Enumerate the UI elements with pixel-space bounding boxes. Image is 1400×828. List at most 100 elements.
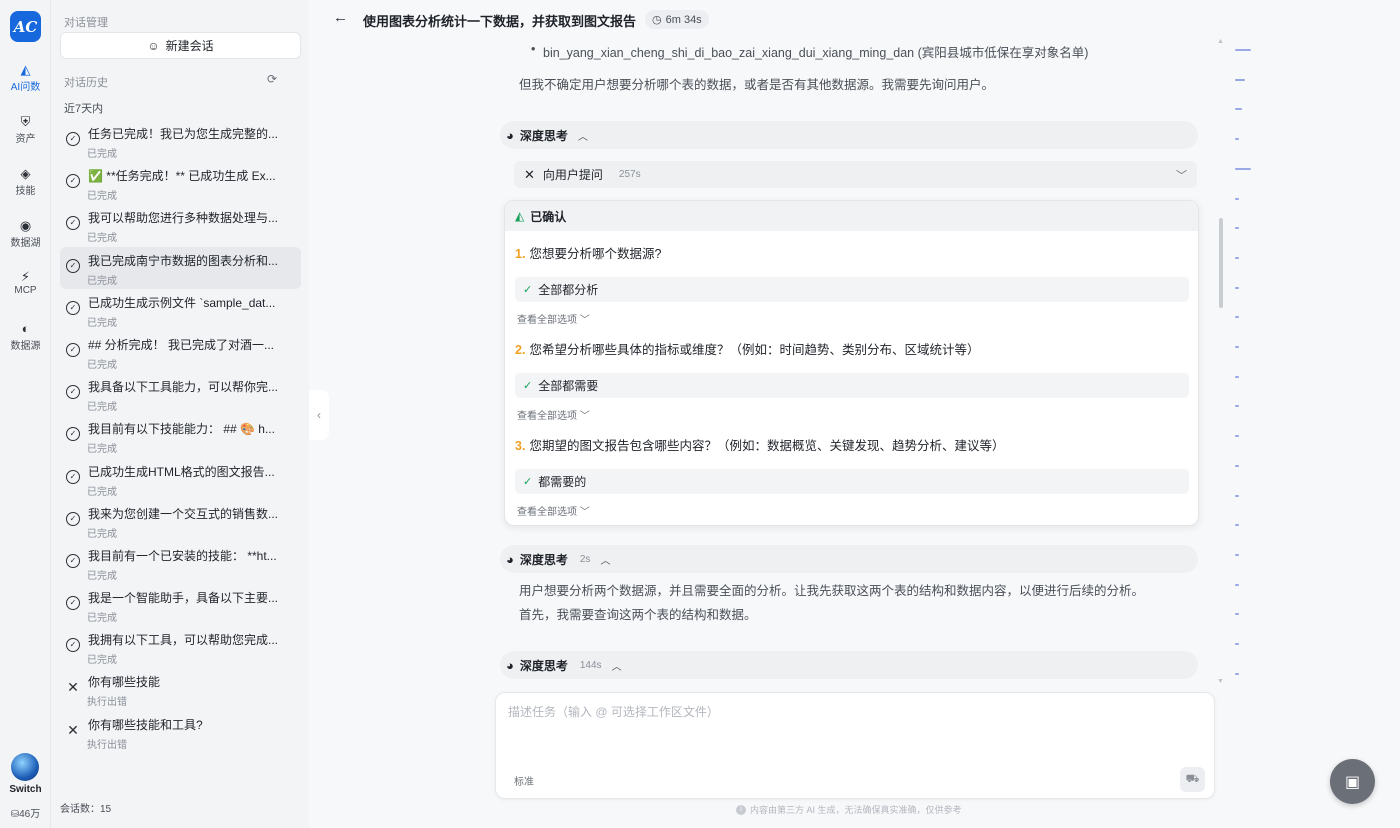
refresh-icon[interactable]: ⟳ — [267, 72, 277, 86]
question-number: 1. — [515, 247, 526, 261]
user-switch-label[interactable]: Switch — [0, 784, 51, 795]
minimap-marker[interactable] — [1235, 464, 1239, 467]
rail-item-skills[interactable]: ◈ 技能 — [0, 166, 51, 197]
scroll-up-arrow[interactable]: ▲ — [1217, 38, 1224, 45]
view-all-options-link[interactable]: 查看全部选项 ﹀ — [517, 407, 590, 422]
minimap-marker[interactable] — [1235, 316, 1239, 319]
conversation-item[interactable]: ✓ ✅ **任务完成！** 已成功生成 Ex... 已完成 — [60, 162, 301, 204]
minimap-marker[interactable] — [1235, 197, 1239, 200]
rail-item-ai-query[interactable]: ◭ AI问数 — [0, 62, 51, 93]
question-text: 3. 您期望的图文报告包含哪些内容？（例如：数据概览、关键发现、趋势分析、建议等） — [515, 435, 1004, 454]
selected-answer: ✓ 都需要的 — [515, 469, 1189, 494]
coin-icon: ⛁ — [10, 809, 20, 820]
rail-item-label: 数据源 — [10, 341, 41, 352]
conversation-status: 已完成 — [87, 233, 117, 245]
info-icon: i — [736, 804, 746, 815]
new-chat-button[interactable]: ☺ 新建会话 — [60, 32, 301, 59]
conversation-status: 已完成 — [87, 613, 117, 625]
mode-label[interactable]: 标准 — [514, 773, 534, 788]
question-label: 您期望的图文报告包含哪些内容？（例如：数据概览、关键发现、趋势分析、建议等） — [529, 439, 1005, 453]
rail-item-datasource[interactable]: ◐ 数据源 — [0, 321, 51, 352]
scroll-down-arrow[interactable]: ▼ — [1217, 678, 1224, 685]
task-input[interactable] — [508, 705, 1198, 719]
conversation-item[interactable]: ✓ 我目前有一个已安装的技能： **ht... 已完成 — [60, 542, 301, 584]
error-x-icon: ✕ — [67, 721, 79, 738]
conversation-title: 我目前有一个已安装的技能： **ht... — [88, 548, 277, 563]
deep-think-header[interactable]: ◕ 深度思考 144s ︿ — [500, 651, 1198, 679]
conversation-item[interactable]: ✓ 已成功生成示例文件 `sample_dat... 已完成 — [60, 289, 301, 331]
rail-item-mcp[interactable]: ⚡ MCP — [0, 269, 51, 296]
conversation-status: 已完成 — [87, 275, 117, 287]
check-icon: ✓ — [523, 476, 533, 488]
page-title: 使用图表分析统计一下数据，并获取到图文报告 — [363, 14, 637, 29]
conversation-item[interactable]: ✓ 我拥有以下工具，可以帮助您完成... 已完成 — [60, 626, 301, 668]
check-icon: ✓ — [523, 380, 533, 392]
view-all-options-link[interactable]: 查看全部选项 ﹀ — [517, 311, 590, 326]
conversation-status: 已完成 — [87, 528, 117, 540]
rail-item-label: 数据湖 — [10, 238, 41, 249]
disclaimer-text: 内容由第三方 AI 生成，无法确保真实准确，仅供参考 — [750, 805, 962, 815]
minimap-marker[interactable] — [1235, 256, 1239, 259]
chevron-left-icon: ‹ — [317, 408, 321, 422]
selected-answer: ✓ 全部都需要 — [515, 373, 1189, 398]
conversation-item[interactable]: ✕ 你有哪些技能和工具? 执行出错 — [60, 711, 301, 753]
conversation-item[interactable]: ✓ 我已完成南宁市数据的图表分析和... 已完成 — [60, 246, 301, 289]
conversation-item[interactable]: ✓ 我目前有以下技能能力： ## 🎨 h... 已完成 — [60, 415, 301, 457]
rail-item-label: AI问数 — [10, 82, 41, 93]
conversation-item[interactable]: ✓ 我具备以下工具能力，可以帮你完... 已完成 — [60, 373, 301, 415]
minimap-marker[interactable] — [1235, 375, 1239, 378]
scrollbar-thumb[interactable] — [1219, 218, 1223, 308]
minimap-marker[interactable] — [1235, 49, 1251, 51]
workspace-fab-button[interactable]: ▣ — [1330, 759, 1375, 804]
avatar[interactable] — [11, 753, 39, 781]
deep-think-header[interactable]: ◕ 深度思考 ︿ — [500, 121, 1198, 149]
deep-think-header[interactable]: ◕ 深度思考 2s ︿ — [500, 545, 1198, 573]
minimap-marker[interactable] — [1235, 167, 1251, 170]
minimap-marker[interactable] — [1235, 435, 1239, 438]
check-circle-icon: ✓ — [66, 258, 80, 273]
conversation-item[interactable]: ✓ 我可以帮助您进行多种数据处理与... 已完成 — [60, 204, 301, 246]
chat-content: ← 使用图表分析统计一下数据，并获取到图文报告 ◷6m 34s bin_yang… — [329, 0, 1400, 828]
minimap-marker[interactable] — [1235, 346, 1239, 348]
send-button[interactable]: ⛟ — [1180, 767, 1205, 792]
minimap-marker[interactable] — [1235, 583, 1239, 586]
minimap-marker[interactable] — [1235, 613, 1239, 616]
minimap-marker[interactable] — [1235, 672, 1239, 675]
answer-label: 都需要的 — [538, 475, 587, 489]
conversation-item[interactable]: ✕ 你有哪些技能 执行出错 — [60, 668, 301, 710]
check-circle-icon: ✓ — [66, 553, 80, 568]
check-circle-icon: ✓ — [66, 469, 80, 484]
main-panel: ← 使用图表分析统计一下数据，并获取到图文报告 ◷6m 34s bin_yang… — [329, 0, 1400, 828]
minimap-marker[interactable] — [1235, 108, 1242, 111]
collapse-sidebar-button[interactable]: ‹ — [309, 390, 329, 440]
conversation-status: 已完成 — [87, 655, 117, 667]
minimap-marker[interactable] — [1235, 643, 1239, 645]
sidebar-title: 对话管理 — [64, 17, 108, 29]
minimap-marker[interactable] — [1235, 286, 1239, 289]
conversation-item[interactable]: ✓ ## 分析完成！ 我已完成了对酒一... 已完成 — [60, 331, 301, 373]
conversation-item[interactable]: ✓ 已成功生成HTML格式的图文报告... 已完成 — [60, 458, 301, 500]
chat-icon: ☺ — [147, 38, 160, 53]
view-all-options-link[interactable]: 查看全部选项 ﹀ — [517, 503, 590, 518]
mcp-icon: ⚡ — [20, 269, 31, 284]
conversation-item[interactable]: ✓ 我来为您创建一个交互式的销售数... 已完成 — [60, 500, 301, 542]
conversation-status: 已完成 — [87, 444, 117, 456]
minimap-marker[interactable] — [1235, 78, 1245, 81]
minimap-marker[interactable] — [1235, 138, 1239, 141]
message-minimap[interactable] — [1229, 40, 1259, 680]
app-logo[interactable]: AC — [10, 11, 41, 42]
back-arrow-icon[interactable]: ← — [333, 9, 348, 26]
minimap-marker[interactable] — [1235, 405, 1239, 408]
check-circle-icon: ✓ — [66, 385, 80, 400]
minimap-marker[interactable] — [1235, 494, 1239, 497]
minimap-marker[interactable] — [1235, 227, 1239, 230]
deep-think-time: 2s — [579, 553, 591, 565]
conversation-item[interactable]: ✓ 我是一个智能助手，具备以下主要... 已完成 — [60, 584, 301, 626]
minimap-marker[interactable] — [1235, 524, 1239, 527]
tool-call-ask-user[interactable]: ✕ 向用户提问 257s ﹀ — [514, 161, 1197, 188]
minimap-marker[interactable] — [1235, 553, 1239, 556]
rail-item-datalake[interactable]: ◉ 数据湖 — [0, 218, 51, 249]
rail-item-assets[interactable]: ⛨ 资产 — [0, 114, 51, 145]
conversation-item[interactable]: ✓ 任务已完成！我已为您生成完整的... 已完成 — [60, 120, 301, 162]
deep-think-label: 深度思考 — [519, 658, 568, 673]
